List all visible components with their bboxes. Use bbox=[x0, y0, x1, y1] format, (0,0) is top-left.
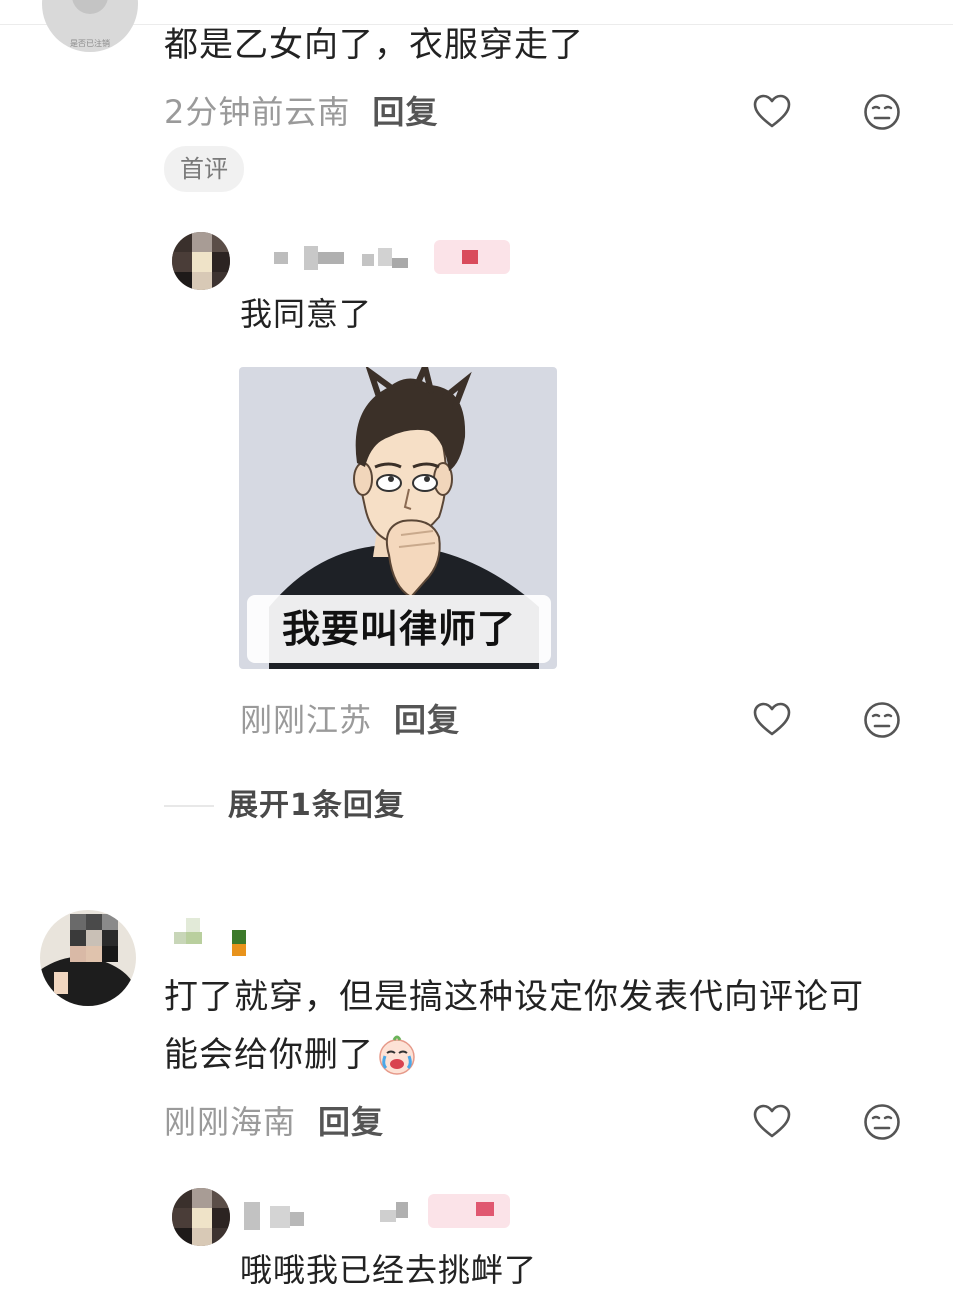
reply-button[interactable]: 回复 bbox=[394, 700, 460, 740]
comment-text-line1: 打了就穿，但是搞这种设定你发表代向评论可 bbox=[164, 977, 864, 1017]
avatar[interactable] bbox=[40, 910, 136, 1006]
reply-avatar[interactable] bbox=[172, 1188, 230, 1246]
neutral-face-icon[interactable] bbox=[862, 1102, 902, 1142]
neutral-face-icon[interactable] bbox=[862, 92, 902, 132]
crying-face-emoji bbox=[376, 1034, 418, 1076]
comment-meta: 2分钟前 云南 回复 bbox=[164, 92, 438, 132]
reply-meta: 刚刚 江苏 回复 bbox=[240, 700, 460, 740]
comment-location: 海南 bbox=[230, 1103, 297, 1141]
neutral-face-icon[interactable] bbox=[862, 700, 902, 740]
reply-username-blurred bbox=[240, 1192, 520, 1232]
reply-location: 江苏 bbox=[306, 701, 373, 739]
comment-text-line2: 能会给你删了 bbox=[164, 1035, 374, 1075]
heart-outline-icon[interactable] bbox=[752, 700, 792, 740]
comment-text-line2-row: 能会给你删了 bbox=[164, 1026, 418, 1084]
reply-avatar[interactable] bbox=[172, 232, 230, 290]
reply-button[interactable]: 回复 bbox=[318, 1102, 384, 1142]
heart-outline-icon[interactable] bbox=[752, 92, 792, 132]
expand-divider bbox=[164, 805, 214, 807]
expand-replies-button[interactable]: 展开1条回复 bbox=[228, 786, 405, 826]
comment-text: 都是乙女向了，衣服穿走了 bbox=[164, 25, 584, 65]
reply-time: 刚刚 bbox=[240, 701, 307, 739]
reply-text: 哦哦我已经去挑衅了 bbox=[240, 1251, 538, 1289]
avatar[interactable]: 是否已注销 bbox=[42, 0, 138, 52]
comment-location: 云南 bbox=[284, 93, 351, 131]
first-comment-badge: 首评 bbox=[164, 146, 244, 192]
meme-image[interactable]: 我要叫律师了 bbox=[239, 367, 557, 669]
reply-text: 我同意了 bbox=[240, 295, 373, 333]
comment-meta: 刚刚 海南 回复 bbox=[164, 1102, 384, 1142]
comment-username-blurred bbox=[170, 914, 260, 960]
reply-username-blurred bbox=[270, 236, 530, 276]
avatar-watermark: 是否已注销 bbox=[70, 38, 110, 48]
meme-caption: 我要叫律师了 bbox=[247, 595, 551, 663]
reply-button[interactable]: 回复 bbox=[372, 92, 438, 132]
heart-outline-icon[interactable] bbox=[752, 1102, 792, 1142]
comment-time: 2分钟前 bbox=[164, 93, 285, 131]
comment-time: 刚刚 bbox=[164, 1103, 231, 1141]
